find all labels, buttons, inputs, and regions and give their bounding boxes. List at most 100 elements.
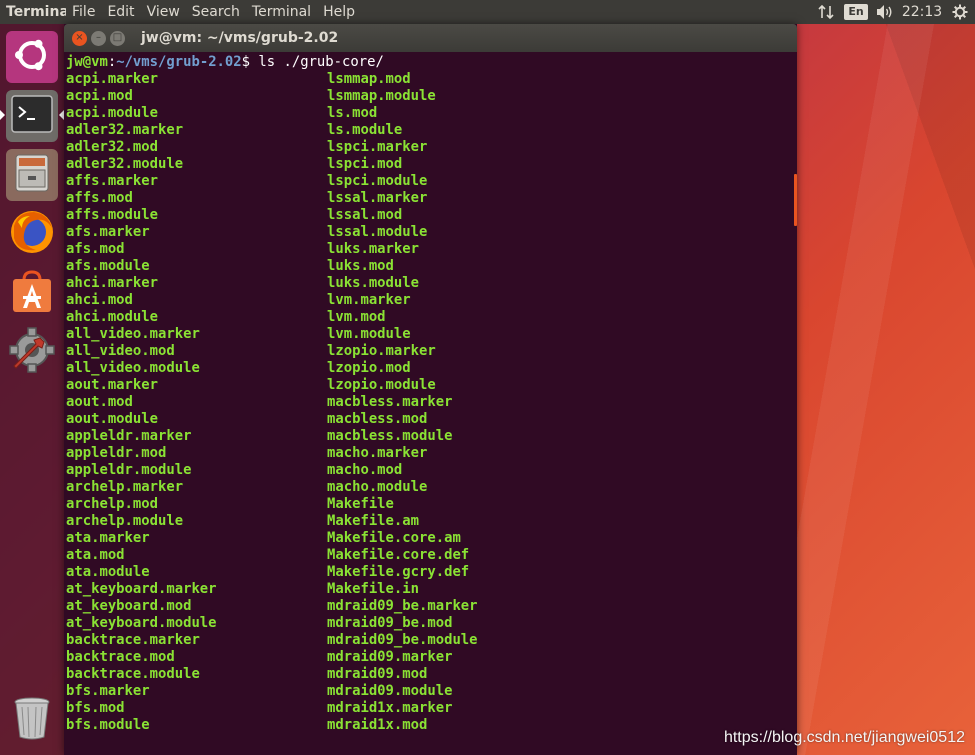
file-entry: lsmmap.module [327,88,436,104]
file-entry: mdraid1x.mod [327,717,428,733]
file-entry: lspci.marker [327,139,428,155]
file-entry: ata.marker [66,530,150,546]
file-entry: lspci.module [327,173,428,189]
menu-view[interactable]: Search [186,4,246,20]
file-cabinet-icon [14,153,50,197]
file-entry: macho.marker [327,445,428,461]
file-entry: all_video.mod [66,343,175,359]
firefox-launcher-button[interactable] [6,208,58,260]
menu-terminal-2[interactable]: Help [317,4,361,20]
window-titlebar[interactable]: × – □ jw@vm: ~/vms/grub-2.02 [64,24,797,52]
terminal-icon [11,95,53,137]
gear-icon[interactable] [945,0,975,24]
file-entry: all_video.marker [66,326,200,342]
ubuntu-dash-button[interactable] [6,31,58,83]
file-entry: luks.module [327,275,419,291]
scrollbar-indicator[interactable] [794,174,797,226]
menu-edit[interactable]: View [141,4,186,20]
file-entry: affs.marker [66,173,158,189]
file-entry: lzopio.module [327,377,436,393]
terminal-window[interactable]: × – □ jw@vm: ~/vms/grub-2.02 jw@vm:~/vms… [64,24,797,755]
file-entry: ahci.marker [66,275,158,291]
maximize-button[interactable]: □ [110,30,125,46]
prompt-line: jw@vm:~/vms/grub-2.02$ ls ./grub-core/ [66,54,797,71]
window-title: jw@vm: ~/vms/grub-2.02 [141,30,339,46]
file-entry: bfs.module [66,717,150,733]
file-entry: ls.module [327,122,403,138]
file-entry: lsmmap.mod [327,71,411,87]
file-entry: lspci.mod [327,156,403,172]
prompt-path: ~/vms/grub-2.02 [116,54,242,70]
file-entry: afs.marker [66,224,150,240]
shopping-bag-icon [9,268,55,318]
file-entry: appleldr.marker [66,428,192,444]
file-entry: Makefile.core.def [327,547,470,563]
file-entry: affs.mod [66,190,133,206]
file-listing: acpi.marker acpi.mod acpi.module adler32.ma… [66,71,797,734]
file-entry: lssal.marker [327,190,428,206]
file-entry: appleldr.mod [66,445,167,461]
file-entry: ata.module [66,564,150,580]
file-entry: bfs.marker [66,683,150,699]
file-entry: Makefile.am [327,513,419,529]
file-entry: Makefile [327,496,394,512]
file-entry: archelp.module [66,513,184,529]
file-entry: mdraid09_be.mod [327,615,453,631]
file-entry: adler32.mod [66,139,158,155]
firefox-icon [8,208,56,260]
keyboard-layout-indicator[interactable]: En [841,0,871,24]
file-entry: macbless.marker [327,394,453,410]
clock[interactable]: 22:13 [899,0,945,24]
file-entry: aout.mod [66,394,133,410]
keyboard-layout-label: En [844,4,868,20]
file-entry: backtrace.marker [66,632,200,648]
file-entry: macho.mod [327,462,403,478]
file-entry: ahci.module [66,309,158,325]
file-entry: mdraid09.mod [327,666,428,682]
menu-file[interactable]: Edit [101,4,140,20]
file-listing-column-2: lsmmap.mod lsmmap.module ls.mod ls.module ls… [327,71,478,734]
file-entry: lzopio.marker [327,343,436,359]
terminal-launcher-button[interactable] [0,90,64,142]
trash-launcher-button[interactable] [6,694,58,746]
file-entry: lssal.mod [327,207,403,223]
file-entry: ata.mod [66,547,125,563]
file-entry: macbless.module [327,428,453,444]
file-entry: acpi.mod [66,88,133,104]
close-button[interactable]: × [72,30,87,46]
files-launcher-button[interactable] [6,149,58,201]
software-center-launcher-button[interactable] [6,267,58,319]
terminal-output[interactable]: jw@vm:~/vms/grub-2.02$ ls ./grub-core/ a… [66,52,797,755]
file-entry: acpi.marker [66,71,158,87]
file-entry: aout.marker [66,377,158,393]
trash-icon [12,695,52,745]
prompt-separator: : [107,54,117,70]
system-settings-launcher-button[interactable] [6,326,58,378]
file-entry: all_video.module [66,360,200,376]
file-entry: adler32.module [66,156,184,172]
file-entry: bfs.mod [66,700,125,716]
volume-icon[interactable] [871,0,899,24]
file-entry: mdraid1x.marker [327,700,453,716]
menu-terminal[interactable]: File [66,4,101,20]
file-entry: lvm.mod [327,309,386,325]
file-entry: lzopio.mod [327,360,411,376]
network-arrows-icon[interactable] [811,0,841,24]
file-entry: adler32.marker [66,122,184,138]
file-entry: afs.mod [66,241,125,257]
file-entry: archelp.marker [66,479,184,495]
prompt-user: jw@vm [66,54,108,70]
file-entry: backtrace.module [66,666,200,682]
minimize-button[interactable]: – [91,30,106,46]
launcher [0,24,64,755]
file-entry: lssal.module [327,224,428,240]
settings-wrench-icon [8,326,56,378]
file-entry: affs.module [66,207,158,223]
file-entry: aout.module [66,411,158,427]
menu-search[interactable]: Terminal [246,4,317,20]
file-entry: lvm.marker [327,292,411,308]
file-entry: macho.module [327,479,428,495]
file-entry: afs.module [66,258,150,274]
file-entry: luks.marker [327,241,419,257]
system-tray: En 22:13 [811,0,975,24]
